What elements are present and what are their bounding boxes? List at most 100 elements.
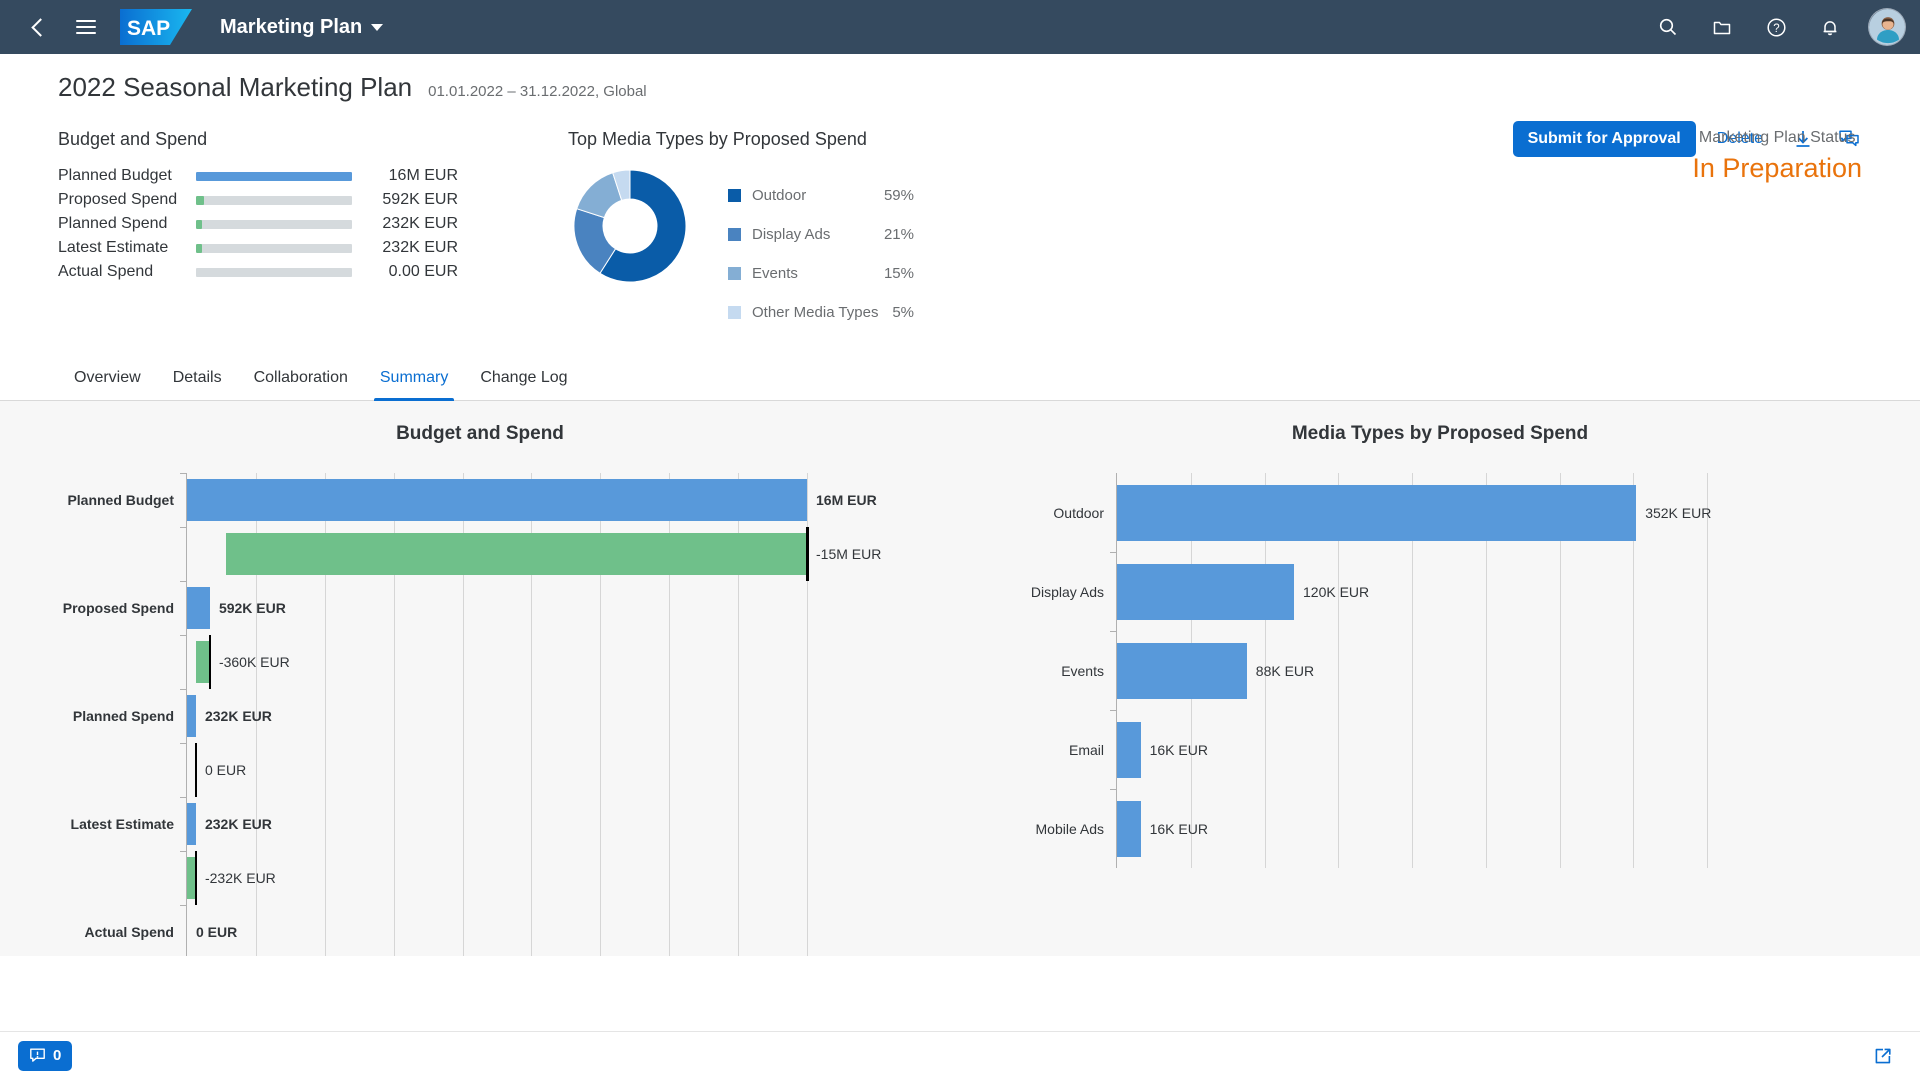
legend-value: 15%: [883, 265, 914, 282]
donut-block-title: Top Media Types by Proposed Spend: [568, 129, 867, 149]
bar[interactable]: [1117, 642, 1247, 699]
waterfall-chart: 16M EUR Planned Budget -15M EUR 592K EUR Pro…: [34, 473, 926, 956]
message-count-button[interactable]: 0: [18, 1040, 73, 1071]
axis-tick: [1110, 789, 1117, 790]
budget-chart-title: Budget and Spend: [396, 423, 564, 444]
axis-tick: [180, 743, 187, 744]
kpi-bar: [196, 195, 352, 205]
legend-value: 21%: [883, 226, 914, 243]
donut-chart: [568, 164, 692, 293]
kpi-label: Proposed Spend: [58, 191, 178, 208]
delta-bar[interactable]: [225, 533, 807, 575]
axis-tick: [1110, 552, 1117, 553]
waterfall-plot-area: 16M EUR Planned Budget -15M EUR 592K EUR Pro…: [34, 473, 926, 956]
footer-bar: 0: [0, 1031, 1920, 1079]
value-bar[interactable]: [187, 803, 196, 845]
value-bar[interactable]: [187, 695, 196, 737]
app-title-menu[interactable]: Marketing Plan: [210, 10, 393, 45]
kpi-row: Proposed Spend 592K EUR: [58, 188, 458, 212]
bar[interactable]: [1117, 484, 1637, 541]
bar[interactable]: [1117, 800, 1141, 857]
kpi-value: 232K EUR: [382, 239, 458, 256]
header-content: Budget and Spend Planned Budget 16M EUR Pr…: [58, 103, 1862, 332]
notifications-button[interactable]: [1808, 5, 1852, 49]
delta-label: -360K EUR: [218, 654, 290, 670]
search-button[interactable]: [1646, 5, 1690, 49]
legend-label: Outdoor: [752, 187, 807, 204]
kpi-label: Actual Spend: [58, 263, 154, 280]
workspace-button[interactable]: [1700, 5, 1744, 49]
legend-item[interactable]: Display Ads 21%: [728, 215, 914, 254]
value-label: 0 EUR: [196, 924, 238, 940]
kpi-label: Planned Budget: [58, 167, 172, 184]
search-icon: [1659, 18, 1677, 36]
category-label: Events: [1061, 662, 1104, 679]
kpi-label: Planned Spend: [58, 215, 168, 232]
tab-collaboration[interactable]: Collaboration: [238, 354, 364, 400]
open-in-new-window-button[interactable]: [1864, 1037, 1902, 1075]
donut-legend: Outdoor 59% Display Ads 21% Events 15% Other M…: [728, 176, 914, 332]
category-label: Display Ads: [1030, 583, 1104, 600]
legend-value: 59%: [883, 187, 914, 204]
category-label: Mobile Ads: [1035, 820, 1104, 837]
tab-change-log[interactable]: Change Log: [464, 354, 583, 400]
axis-tick: [180, 797, 187, 798]
hamburger-menu-icon: [76, 16, 96, 38]
tab-details[interactable]: Details: [157, 354, 238, 400]
media-chart-title: Media Types by Proposed Spend: [1291, 423, 1589, 444]
avatar[interactable]: [1868, 8, 1906, 46]
kpi-row: Planned Budget 16M EUR: [58, 164, 458, 188]
axis-tick: [180, 905, 187, 906]
bar-value-label: 88K EUR: [1255, 662, 1315, 679]
tab-summary[interactable]: Summary: [364, 354, 464, 401]
help-button[interactable]: ?: [1754, 5, 1798, 49]
bar[interactable]: [1117, 563, 1294, 620]
legend-swatch: [728, 267, 741, 280]
message-popup-icon: [30, 1048, 45, 1062]
kpi-row: Actual Spend 0.00 EUR: [58, 260, 458, 284]
category-label: Latest Estimate: [70, 816, 174, 832]
tab-overview[interactable]: Overview: [58, 354, 157, 400]
category-label: Proposed Spend: [62, 600, 174, 616]
avatar-photo: [1869, 9, 1905, 45]
back-button[interactable]: [16, 5, 60, 49]
menu-button[interactable]: [64, 5, 108, 49]
sap-logo[interactable]: SAP: [120, 9, 192, 45]
delta-bar[interactable]: [195, 641, 210, 683]
budget-and-spend-kpis: Budget and Spend Planned Budget 16M EUR Pr…: [58, 129, 458, 332]
svg-text:?: ?: [1773, 23, 1779, 35]
value-label: 16M EUR: [816, 492, 877, 508]
kpi-value: 0.00 EUR: [388, 263, 458, 280]
bar-value-label: 352K EUR: [1645, 504, 1712, 521]
kpi-row: Latest Estimate 232K EUR: [58, 236, 458, 260]
kpi-bar-fill: [196, 195, 204, 205]
reference-line: [208, 635, 212, 689]
title-row: 2022 Seasonal Marketing Plan 01.01.2022 …: [58, 72, 1862, 103]
bar-value-label: 120K EUR: [1303, 583, 1370, 600]
kpi-value: 232K EUR: [382, 215, 458, 232]
page-title: 2022 Seasonal Marketing Plan: [58, 72, 413, 102]
legend-label: Other Media Types: [752, 304, 879, 321]
legend-item[interactable]: Other Media Types 5%: [728, 293, 914, 332]
value-bar[interactable]: [187, 479, 807, 521]
open-in-new-window-icon: [1875, 1048, 1891, 1063]
help-icon: ?: [1766, 17, 1786, 37]
legend-item[interactable]: Outdoor 59%: [728, 176, 914, 215]
legend-value: 5%: [892, 304, 914, 321]
reference-line: [194, 851, 198, 905]
icon-tab-bar: Overview Details Collaboration Summary Chang…: [0, 354, 1920, 401]
svg-text:SAP: SAP: [127, 17, 170, 40]
value-label: 232K EUR: [204, 708, 272, 724]
kpi-bar: [196, 219, 352, 229]
bell-icon: [1823, 21, 1837, 36]
app-title-label: Marketing Plan: [220, 15, 363, 38]
value-bar[interactable]: [187, 587, 210, 629]
reference-line: [194, 743, 198, 797]
media-types-bar-chart: 352K EUR Outdoor 120K EUR Display Ads 88K EU…: [994, 473, 1886, 868]
legend-swatch: [728, 228, 741, 241]
value-label: 232K EUR: [204, 816, 272, 832]
kpi-value: 592K EUR: [382, 191, 458, 208]
reference-line: [806, 527, 809, 581]
bar[interactable]: [1117, 721, 1141, 778]
legend-item[interactable]: Events 15%: [728, 254, 914, 293]
